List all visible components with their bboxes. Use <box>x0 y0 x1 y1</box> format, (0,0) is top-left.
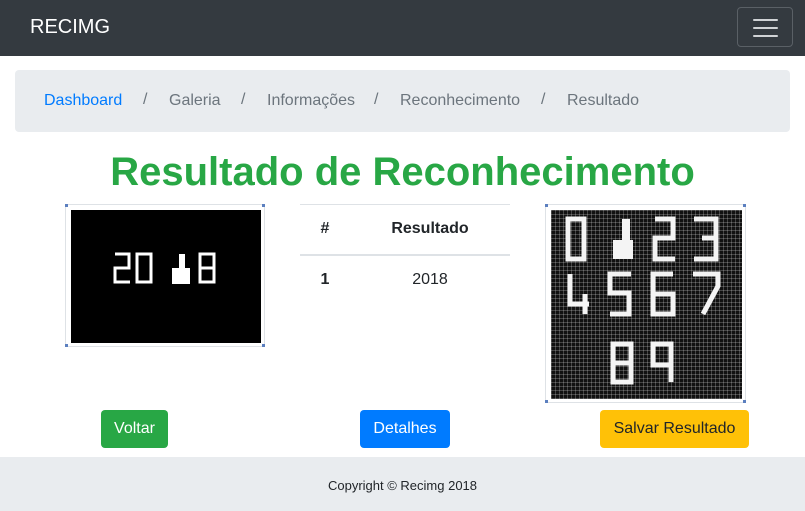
page-title: Resultado de Reconhecimento <box>110 150 695 194</box>
footer: Copyright © Recimg 2018 <box>0 457 805 511</box>
breadcrumb-galeria: Galeria <box>169 92 221 109</box>
breadcrumb-separator: / <box>143 91 148 108</box>
breadcrumb-separator: / <box>374 91 379 108</box>
table-row: 1 2018 <box>300 255 510 305</box>
breadcrumb-separator: / <box>541 91 546 108</box>
column-header-result: Resultado <box>350 204 510 256</box>
breadcrumb-informacoes: Informações <box>267 92 356 109</box>
breadcrumb-separator: / <box>241 91 246 108</box>
table-header-row: # Resultado <box>300 204 510 256</box>
row-index: 1 <box>320 271 330 288</box>
result-table: # Resultado 1 2018 <box>300 204 510 305</box>
menu-toggle-button[interactable] <box>737 7 793 47</box>
reference-digits-image <box>545 204 746 403</box>
breadcrumb-dashboard[interactable]: Dashboard <box>44 92 122 110</box>
column-header-index: # <box>300 204 350 256</box>
breadcrumb: Dashboard / Galeria / Informações / Reco… <box>15 70 790 132</box>
breadcrumb-resultado: Resultado <box>567 92 640 109</box>
breadcrumb-reconhecimento: Reconhecimento <box>400 92 521 109</box>
brand-logo[interactable]: RECIMG <box>30 15 110 39</box>
digit-grid-image <box>565 216 721 385</box>
details-button[interactable]: Detalhes <box>360 410 450 448</box>
navbar: RECIMG <box>0 0 805 56</box>
input-image <box>65 204 265 347</box>
row-result: 2018 <box>412 271 448 288</box>
back-button[interactable]: Voltar <box>101 410 168 448</box>
save-result-button[interactable]: Salvar Resultado <box>600 410 749 448</box>
hamburger-icon <box>753 19 778 21</box>
copyright-text: Copyright © Recimg 2018 <box>327 478 478 493</box>
input-digits-image <box>113 252 216 284</box>
